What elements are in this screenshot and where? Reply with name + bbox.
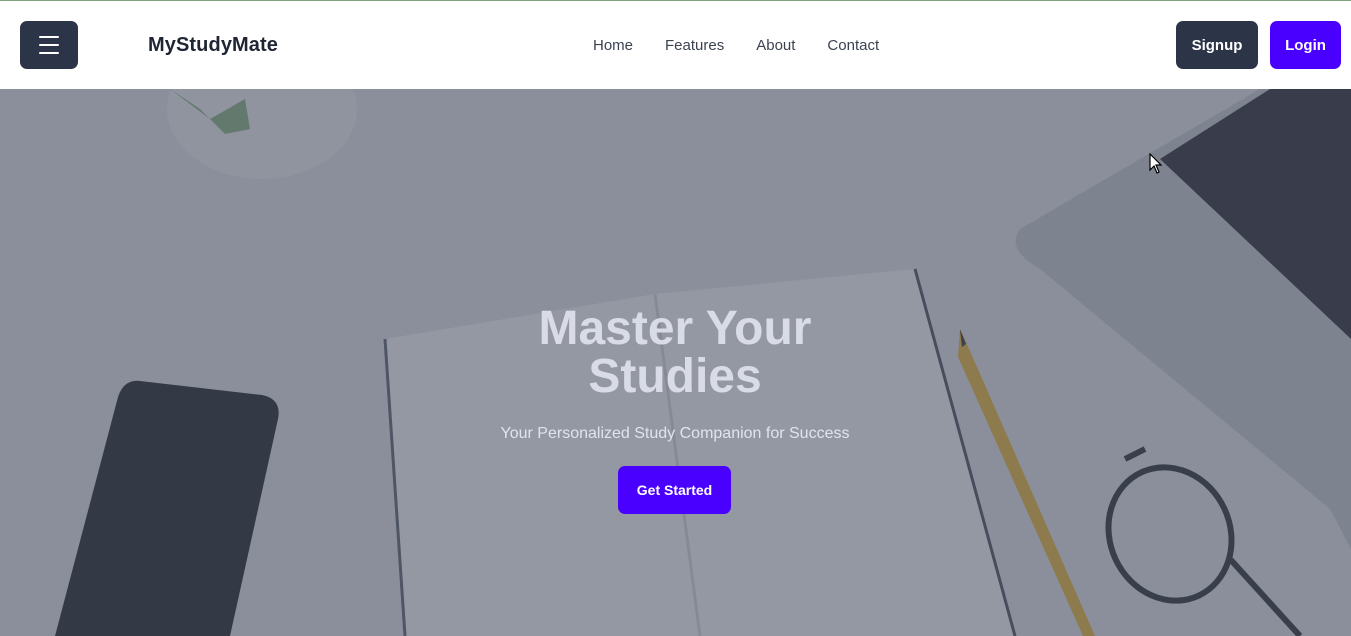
hamburger-menu-icon-bar xyxy=(39,44,59,46)
hamburger-menu-icon xyxy=(39,36,59,38)
signup-button[interactable]: Signup xyxy=(1176,21,1258,69)
nav-item-about[interactable]: About xyxy=(756,37,795,54)
brand-logo-text[interactable]: MyStudyMate xyxy=(148,34,278,57)
mouse-pointer-icon xyxy=(1149,153,1163,174)
hero-title: Master Your Studies xyxy=(538,302,812,403)
hamburger-menu-icon-bar xyxy=(39,52,59,54)
nav-item-features[interactable]: Features xyxy=(665,37,724,54)
hero-subtitle: Your Personalized Study Companion for Su… xyxy=(500,425,850,442)
login-button[interactable]: Login xyxy=(1270,21,1341,69)
nav-item-home[interactable]: Home xyxy=(593,37,633,54)
get-started-button[interactable]: Get Started xyxy=(618,466,731,514)
menu-button[interactable] xyxy=(20,21,78,69)
top-navbar: MyStudyMate Home Features About Contact … xyxy=(0,1,1351,89)
nav-links: Home Features About Contact xyxy=(593,37,911,54)
nav-item-contact[interactable]: Contact xyxy=(827,37,879,54)
